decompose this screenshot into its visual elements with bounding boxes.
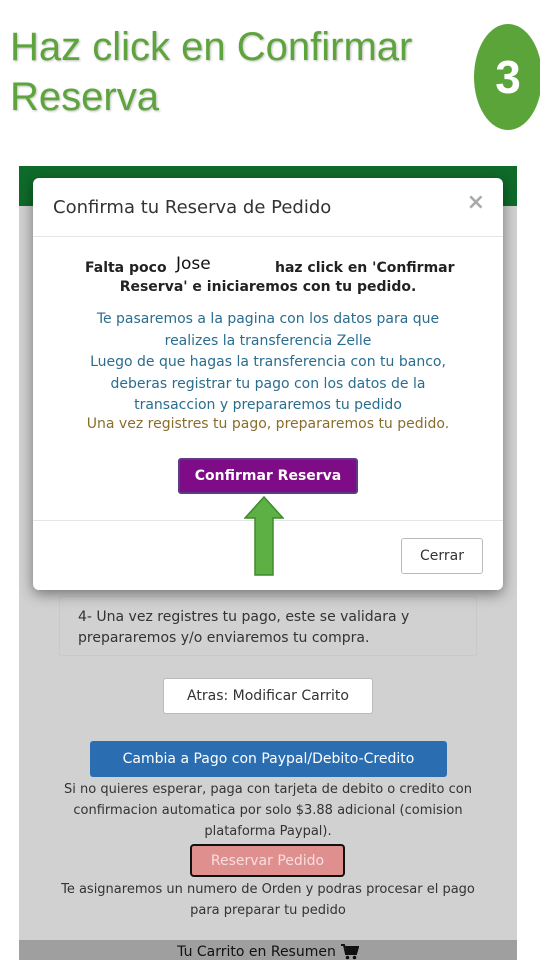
order-note-line: Te asignaremos un numero de Orden y podr… [61, 882, 475, 897]
step-4-text-line-1: 4- Una vez registres tu pago, este se va… [78, 609, 410, 625]
modal-title: Confirma tu Reserva de Pedido [53, 197, 332, 218]
shopping-cart-icon [340, 944, 359, 960]
greeting-line: Falta poco Jose haz click en 'Confirmar [33, 254, 503, 281]
paypal-note-line: confirmacion automatica por solo $3.88 a… [73, 803, 463, 818]
switch-to-paypal-button[interactable]: Cambia a Pago con Paypal/Debito-Credito [90, 741, 447, 777]
close-icon[interactable]: × [467, 190, 485, 215]
greeting-text-end: haz click en 'Confirmar [275, 260, 455, 276]
order-number-note: Te asignaremos un numero de Orden y podr… [39, 879, 497, 921]
paypal-note-line: Si no quieres esperar, paga con tarjeta … [64, 782, 472, 797]
step-4-panel: 4- Una vez registres tu pago, este se va… [59, 596, 477, 656]
instruction-line-2: Reserva [10, 75, 159, 119]
instruction-text-line: transaccion y prepararemos tu pedido [134, 397, 402, 413]
step-number-badge: 3 [474, 24, 540, 130]
cart-summary-bar[interactable]: Tu Carrito en Resumen [19, 940, 517, 960]
instruction-text-line: deberas registrar tu pago con los datos … [110, 375, 426, 392]
close-button[interactable]: Cerrar [401, 538, 483, 574]
instruction-text-line: Luego de que hagas la transferencia con … [90, 354, 446, 370]
instruction-text-line: Te pasaremos a la pagina con los datos p… [96, 311, 440, 327]
greeting-text-start: Falta poco [85, 260, 167, 276]
user-name: Jose [176, 254, 211, 274]
instruction-line-1: Haz click en Confirmar [10, 25, 413, 69]
back-modify-cart-button[interactable]: Atras: Modificar Carrito [163, 678, 373, 714]
step-4-text-line-2: prepararemos y/o enviaremos tu compra. [78, 630, 370, 646]
instruction-text-line: realizes la transferencia Zelle [164, 332, 372, 349]
instruction-heading: Haz click en Confirmar Reserva [10, 22, 460, 122]
confirm-reservation-button[interactable]: Confirmar Reserva [178, 458, 358, 494]
modal-header: Confirma tu Reserva de Pedido × [33, 178, 503, 237]
paypal-note: Si no quieres esperar, paga con tarjeta … [39, 779, 497, 842]
green-up-arrow-icon [244, 496, 284, 576]
cart-summary-label: Tu Carrito en Resumen [177, 944, 336, 960]
reserve-order-button[interactable]: Reservar Pedido [190, 844, 345, 877]
order-note-line: para preparar tu pedido [190, 903, 346, 918]
transfer-instructions: Te pasaremos a la pagina con los datos p… [53, 309, 483, 417]
greeting-line-2: Reserva' e iniciaremos con tu pedido. [119, 279, 417, 295]
paypal-note-line: plataforma Paypal). [204, 824, 332, 839]
payment-note: Una vez registres tu pago, prepararemos … [86, 416, 450, 432]
